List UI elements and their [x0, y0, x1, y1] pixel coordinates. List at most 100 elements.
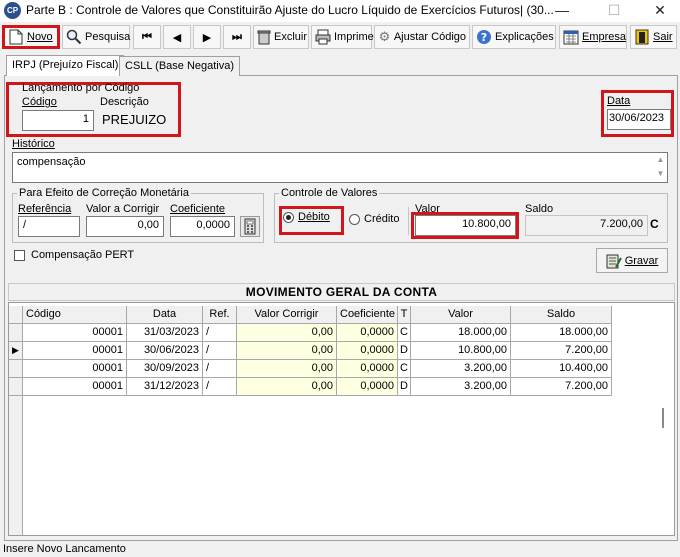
table-row-cell[interactable]: 18.000,00 — [411, 324, 511, 342]
table-row-cell[interactable]: 0,00 — [237, 378, 337, 396]
table-row-cell[interactable]: C — [398, 324, 411, 342]
explicacoes-button[interactable]: ? Explicações — [472, 25, 556, 49]
table-row-cell[interactable]: 31/03/2023 — [127, 324, 203, 342]
valor-corrigir-input[interactable]: 0,00 — [86, 216, 164, 237]
status-bar: Insere Novo Lancamento — [3, 543, 126, 555]
referencia-label: Referência — [18, 203, 72, 215]
sair-button[interactable]: Sair — [630, 25, 677, 49]
col-ref[interactable]: Ref. — [203, 306, 237, 324]
calculator-button[interactable] — [240, 216, 260, 237]
valor-input[interactable]: 10.800,00 — [415, 215, 516, 236]
pert-checkbox-box — [14, 249, 25, 261]
table-row-cell[interactable]: / — [203, 342, 237, 360]
movimento-grid: Código Data Ref. Valor Corrigir Coeficie… — [8, 302, 675, 536]
last-record-button[interactable]: ⏭ — [223, 25, 251, 49]
new-document-icon — [8, 29, 24, 45]
table-row-cell[interactable]: 18.000,00 — [511, 324, 612, 342]
current-row-indicator[interactable]: ▶ — [9, 342, 23, 360]
col-valor[interactable]: Valor — [411, 306, 511, 324]
tab-irpj[interactable]: IRPJ (Prejuízo Fiscal) — [6, 55, 125, 76]
table-row-cell[interactable]: / — [203, 360, 237, 378]
excluir-button[interactable]: Excluir — [253, 25, 309, 49]
table-row-cell[interactable]: 3.200,00 — [411, 378, 511, 396]
toolbar: Novo Pesquisa ⏮ ◀ ▶ ⏭ Excluir Imprime ⚙ … — [0, 23, 680, 51]
minimize-button[interactable]: — — [542, 0, 582, 22]
controle-legend: Controle de Valores — [279, 187, 380, 199]
window-title: Parte B : Controle de Valores que Consti… — [26, 3, 554, 17]
magnifier-icon — [66, 29, 82, 45]
col-valor-corrigir[interactable]: Valor Corrigir — [237, 306, 337, 324]
row-indicator[interactable] — [9, 378, 23, 396]
debito-radio[interactable]: Débito — [283, 211, 330, 223]
table-row-cell[interactable]: D — [398, 378, 411, 396]
codigo-label: Código — [22, 96, 57, 108]
coeficiente-input[interactable]: 0,0000 — [170, 216, 235, 237]
table-row-cell[interactable]: 31/12/2023 — [127, 378, 203, 396]
empresa-button[interactable]: Empresa — [559, 25, 627, 49]
row-indicator[interactable] — [9, 360, 23, 378]
svg-text:?: ? — [481, 31, 487, 44]
col-saldo[interactable]: Saldo — [511, 306, 612, 324]
table-row-cell[interactable]: 30/09/2023 — [127, 360, 203, 378]
table-row-cell[interactable]: 7.200,00 — [511, 378, 612, 396]
coeficiente-label: Coeficiente — [170, 203, 226, 215]
table-row-cell[interactable]: 0,0000 — [337, 360, 398, 378]
table-row-cell[interactable]: 00001 — [23, 324, 127, 342]
table-row-cell[interactable]: D — [398, 342, 411, 360]
table-row-cell[interactable]: 0,00 — [237, 360, 337, 378]
table-row-cell[interactable]: 0,0000 — [337, 378, 398, 396]
col-codigo[interactable]: Código — [23, 306, 127, 324]
col-t[interactable]: T — [398, 306, 411, 324]
debito-radio-dot — [283, 211, 294, 223]
table-row-cell[interactable]: 0,0000 — [337, 342, 398, 360]
title-bar: CP Parte B : Controle de Valores que Con… — [0, 0, 680, 22]
saldo-field: 7.200,00 — [525, 215, 648, 236]
calculator-icon — [244, 218, 256, 235]
table-row-cell[interactable]: 10.400,00 — [511, 360, 612, 378]
data-input[interactable]: 30/06/2023 — [607, 109, 671, 130]
maximize-button[interactable]: ☐ — [594, 0, 634, 22]
ajustar-codigo-button[interactable]: ⚙ Ajustar Código — [374, 25, 470, 49]
table-row-cell[interactable]: 3.200,00 — [411, 360, 511, 378]
codigo-input[interactable]: 1 — [22, 110, 94, 131]
tab-csll[interactable]: CSLL (Base Negativa) — [119, 56, 241, 76]
grid-scrollbar[interactable] — [662, 408, 664, 428]
calendar-icon — [563, 29, 579, 45]
table-row-cell[interactable]: / — [203, 378, 237, 396]
table-row-cell[interactable]: C — [398, 360, 411, 378]
next-record-button[interactable]: ▶ — [193, 25, 221, 49]
help-icon: ? — [476, 29, 492, 45]
table-row-cell[interactable]: 30/06/2023 — [127, 342, 203, 360]
exit-door-icon — [634, 29, 650, 45]
table-row-cell[interactable]: 00001 — [23, 360, 127, 378]
col-data[interactable]: Data — [127, 306, 203, 324]
lancamento-legend: Lançamento por Código — [22, 82, 140, 94]
row-indicator[interactable] — [9, 324, 23, 342]
pesquisa-button[interactable]: Pesquisa — [62, 25, 130, 49]
data-label: Data — [607, 95, 631, 107]
credito-radio[interactable]: Crédito — [349, 213, 399, 225]
radio-divider — [408, 207, 409, 235]
pert-checkbox[interactable]: Compensação PERT — [14, 249, 134, 261]
table-row-cell[interactable]: 0,00 — [237, 342, 337, 360]
historico-scrollbar[interactable]: ▲ ▼ — [654, 153, 667, 182]
table-row-cell[interactable]: 0,00 — [237, 324, 337, 342]
table-row-cell[interactable]: 0,0000 — [337, 324, 398, 342]
col-coeficiente[interactable]: Coeficiente — [337, 306, 398, 324]
referencia-input[interactable]: / — [18, 216, 80, 237]
table-row-cell[interactable]: 10.800,00 — [411, 342, 511, 360]
table-row-cell[interactable]: 00001 — [23, 378, 127, 396]
table-row-cell[interactable]: / — [203, 324, 237, 342]
saldo-label: Saldo — [525, 203, 554, 215]
novo-button[interactable]: Novo — [2, 25, 60, 49]
historico-textarea[interactable]: compensação — [12, 152, 668, 183]
imprime-button[interactable]: Imprime — [311, 25, 374, 49]
previous-record-button[interactable]: ◀ — [163, 25, 191, 49]
close-button[interactable]: ✕ — [640, 0, 680, 22]
gear-icon: ⚙ — [378, 29, 391, 44]
first-record-button[interactable]: ⏮ — [133, 25, 161, 49]
gravar-button[interactable]: Gravar — [596, 248, 668, 273]
saldo-tipo: C — [650, 217, 659, 231]
table-row-cell[interactable]: 00001 — [23, 342, 127, 360]
table-row-cell[interactable]: 7.200,00 — [511, 342, 612, 360]
